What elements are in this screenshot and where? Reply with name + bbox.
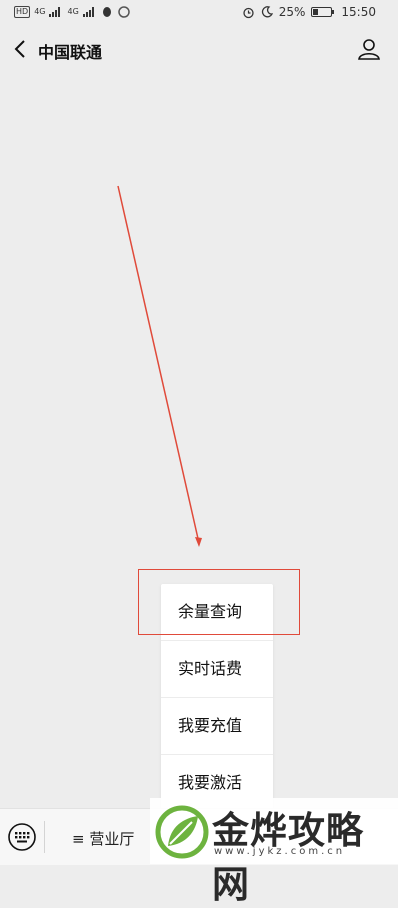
status-bar: HD 4G 4G 25% 15:50 <box>0 0 398 24</box>
tab-business-hall[interactable]: ≡ 营业厅 <box>72 828 134 849</box>
back-arrow-icon[interactable] <box>8 36 34 62</box>
title-bar: 中国联通 <box>0 24 398 76</box>
moon-icon <box>261 6 273 18</box>
keyboard-icon[interactable] <box>6 821 38 853</box>
watermark-url: www.jykz.com.cn <box>214 846 346 857</box>
bottom-divider <box>44 821 45 853</box>
page-title: 中国联通 <box>38 43 103 62</box>
cloud-icon <box>118 6 130 18</box>
network-type-1: 4G <box>34 7 46 16</box>
battery-icon <box>311 7 335 17</box>
signal-icon <box>49 7 63 17</box>
signal-icon-2 <box>82 7 97 17</box>
status-left: HD 4G 4G <box>0 6 131 18</box>
network-type-2: 4G <box>67 7 79 16</box>
watermark: 金烨攻略网 www.jykz.com.cn <box>150 798 398 906</box>
qq-icon <box>102 7 111 17</box>
hd-badge: HD <box>14 6 31 18</box>
clock-time: 15:50 <box>341 5 376 19</box>
menu-item-realtime-bill[interactable]: 实时话费 <box>161 641 273 698</box>
leaf-logo-icon <box>155 805 209 859</box>
menu-item-recharge[interactable]: 我要充值 <box>161 698 273 755</box>
profile-icon[interactable] <box>356 36 382 62</box>
status-right: 25% 15:50 <box>242 5 398 19</box>
annotation-highlight-box <box>138 569 300 635</box>
alarm-icon <box>243 7 254 18</box>
battery-percent: 25% <box>278 5 306 19</box>
